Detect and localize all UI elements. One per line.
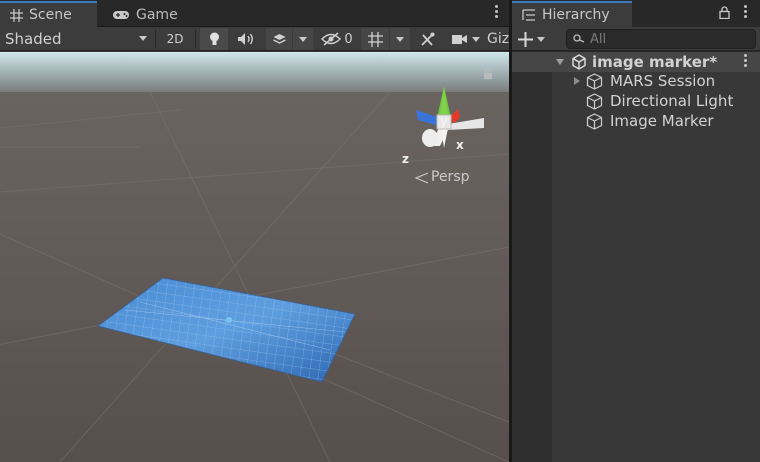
camera-settings-button[interactable]	[447, 28, 485, 50]
hierarchy-panel: Hierarchy All image marker* MARS Session…	[512, 0, 760, 462]
shading-mode-value: Shaded	[5, 30, 62, 48]
tab-game-label: Game	[136, 6, 178, 23]
hierarchy-item-label: Image Marker	[610, 112, 714, 130]
hierarchy-toolbar	[512, 27, 760, 51]
hierarchy-item-image-marker[interactable]: Image Marker	[512, 112, 760, 132]
grid-dropdown[interactable]	[390, 28, 410, 50]
fold-arrow-icon[interactable]	[556, 59, 564, 65]
hierarchy-item-directional-light[interactable]: Directional Light	[512, 92, 760, 112]
speaker-icon	[238, 33, 253, 45]
axis-y-label: y	[440, 114, 448, 128]
toggle-lighting-button[interactable]	[200, 28, 228, 50]
toggle-2d-button[interactable]: 2D	[160, 28, 190, 50]
hierarchy-panel-menu-icon[interactable]	[744, 5, 748, 21]
chevron-down-icon	[472, 36, 480, 42]
scene-view-render	[0, 52, 509, 462]
axis-x-label: x	[456, 138, 464, 152]
tab-game[interactable]: Game	[102, 2, 192, 27]
projection-label[interactable]: Persp	[431, 169, 470, 185]
scene-viewport[interactable]: y x z Persp	[0, 52, 509, 462]
chevron-down-icon	[299, 36, 307, 42]
cube-icon	[586, 113, 603, 130]
component-tools-button[interactable]	[414, 28, 440, 50]
chevron-down-icon	[139, 36, 147, 41]
scene-panel-menu-icon[interactable]	[495, 5, 499, 21]
tab-hierarchy[interactable]: Hierarchy	[512, 1, 632, 27]
toggle-audio-button[interactable]	[231, 28, 261, 50]
tab-scene-label: Scene	[29, 7, 72, 23]
hierarchy-search-field[interactable]	[566, 29, 756, 49]
layers-icon	[272, 33, 286, 44]
grid-icon	[10, 8, 23, 22]
unity-scene-icon	[572, 54, 586, 70]
plus-icon	[518, 31, 533, 47]
expand-arrow-icon[interactable]	[574, 77, 580, 85]
hierarchy-item-mars-session[interactable]: MARS Session	[512, 72, 760, 92]
scene-root-menu-icon[interactable]	[744, 54, 748, 70]
hierarchy-tab-bar: Hierarchy	[512, 0, 760, 27]
shading-mode-dropdown[interactable]: Shaded	[0, 28, 153, 50]
gizmos-dropdown[interactable]: Giz	[487, 28, 509, 50]
chevron-down-icon	[537, 36, 545, 42]
tab-hierarchy-label: Hierarchy	[542, 7, 610, 23]
eye-slash-icon	[321, 32, 342, 46]
lightbulb-icon	[209, 32, 219, 45]
add-object-button[interactable]	[518, 29, 552, 49]
cube-icon	[586, 93, 603, 110]
scene-toolbar: Shaded 2D 0 Giz	[0, 27, 509, 51]
hierarchy-tree: image marker* MARS Session Directional L…	[512, 52, 760, 462]
gamepad-icon	[113, 10, 129, 19]
grid-snap-icon	[367, 31, 383, 47]
tab-scene[interactable]: Scene	[0, 1, 97, 27]
hierarchy-scene-root[interactable]: image marker*	[512, 52, 760, 72]
lock-icon[interactable]	[719, 6, 730, 19]
list-icon	[522, 9, 535, 21]
hierarchy-item-label: MARS Session	[610, 72, 716, 90]
tools-icon	[420, 32, 434, 46]
scene-tab-bar: Scene Game	[0, 0, 509, 27]
hierarchy-item-label: Directional Light	[610, 92, 734, 110]
scene-root-label: image marker*	[592, 53, 718, 71]
toggle-effects-button[interactable]	[266, 28, 292, 50]
hidden-objects-count: 0	[344, 31, 353, 47]
toggle-scene-visibility-button[interactable]: 0	[318, 28, 356, 50]
cube-icon	[586, 73, 603, 90]
chevron-down-icon	[396, 36, 404, 42]
camera-icon	[452, 35, 467, 44]
search-input[interactable]	[590, 31, 750, 47]
effects-dropdown[interactable]	[293, 28, 313, 50]
axis-z-label: z	[402, 152, 409, 166]
toggle-grid-button[interactable]	[361, 28, 389, 50]
search-icon	[573, 34, 585, 43]
scene-panel: Scene Game Shaded 2D 0 Giz y x z Persp	[0, 0, 509, 462]
